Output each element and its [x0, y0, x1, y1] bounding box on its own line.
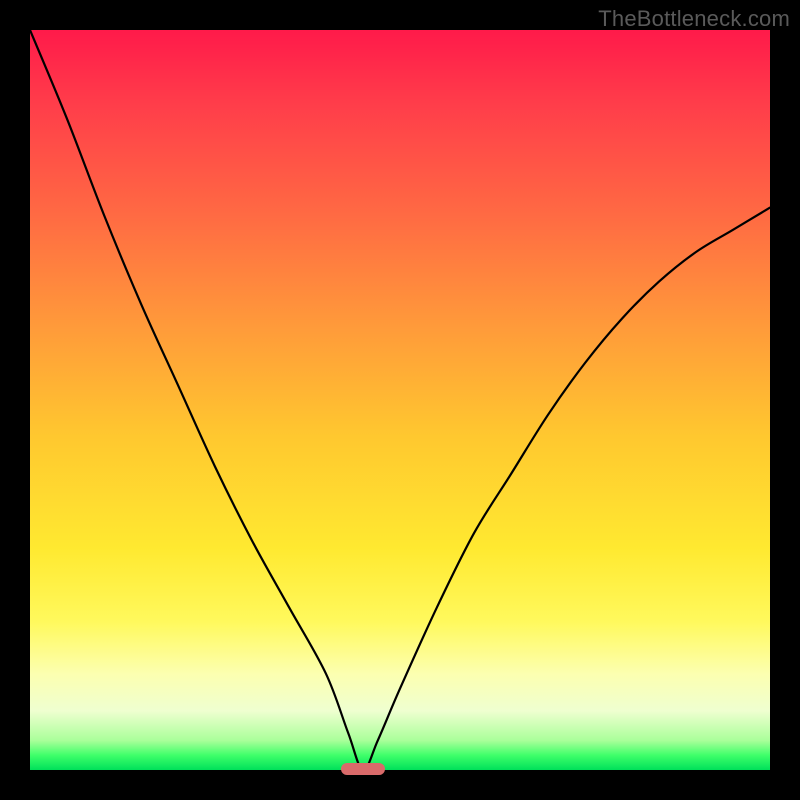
- chart-container: TheBottleneck.com: [0, 0, 800, 800]
- watermark-text: TheBottleneck.com: [598, 6, 790, 32]
- bottleneck-curve: [30, 30, 770, 770]
- plot-area: [30, 30, 770, 770]
- optimal-marker: [341, 763, 385, 775]
